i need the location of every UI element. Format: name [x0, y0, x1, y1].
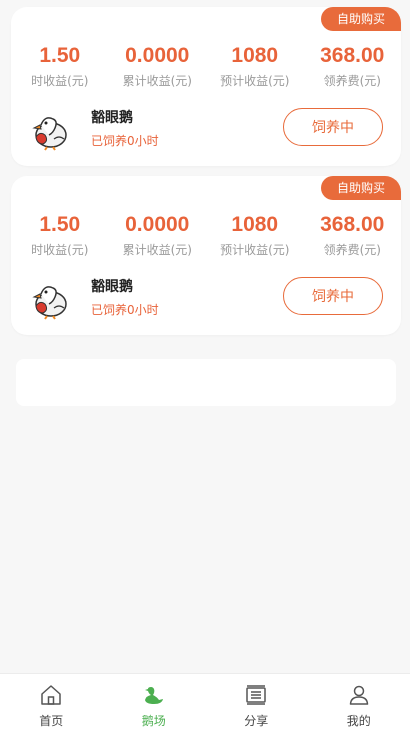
- stat-value: 1.50: [39, 213, 81, 236]
- user-icon: [349, 685, 368, 705]
- stat-expected-income: 1080 预计收益(元): [206, 43, 304, 89]
- stat-label: 时收益(元): [31, 243, 89, 257]
- stat-expected-income: 1080 预计收益(元): [206, 212, 304, 258]
- goose-name: 豁眼鹅: [91, 110, 133, 126]
- stat-value: 368.00: [320, 213, 385, 236]
- goose-icon: [144, 687, 163, 704]
- stats-row: 1.50 时收益(元) 0.0000 累计收益(元) 1080 预计收益(元) …: [11, 43, 401, 89]
- stat-label: 累计收益(元): [122, 243, 192, 257]
- stat-label: 领养费(元): [323, 243, 381, 257]
- stat-adoption-fee: 368.00 领养费(元): [304, 212, 402, 258]
- tab-label: 我的: [346, 714, 371, 728]
- tab-goose-farm[interactable]: 鹅场: [103, 674, 206, 733]
- goose-avatar-icon: [32, 117, 67, 151]
- stat-hourly-income: 1.50 时收益(元): [11, 212, 109, 258]
- stat-total-income: 0.0000 累计收益(元): [109, 43, 207, 89]
- stat-label: 预计收益(元): [220, 74, 290, 88]
- home-icon: [41, 685, 61, 705]
- stat-value: 368.00: [320, 44, 385, 67]
- stat-label: 累计收益(元): [122, 74, 192, 88]
- stat-value: 1080: [231, 44, 279, 67]
- stat-value: 1.50: [39, 44, 81, 67]
- stat-total-income: 0.0000 累计收益(元): [109, 212, 207, 258]
- tab-home[interactable]: 首页: [0, 674, 103, 733]
- self-purchase-badge: 自助购买: [320, 176, 401, 200]
- goose-name: 豁眼鹅: [91, 279, 133, 295]
- stat-label: 预计收益(元): [220, 243, 290, 257]
- page: 自助购买 1.50 时收益(元) 0.0000 累计收益(元) 1080 预计收…: [0, 0, 410, 733]
- feeding-status: 已饲养0小时: [91, 134, 159, 148]
- empty-panel: [16, 359, 396, 406]
- stat-value: 1080: [231, 213, 279, 236]
- feeding-button[interactable]: 饲养中: [283, 108, 383, 146]
- tab-label: 首页: [39, 714, 64, 728]
- stats-row: 1.50 时收益(元) 0.0000 累计收益(元) 1080 预计收益(元) …: [11, 212, 401, 258]
- goose-card: 自助购买 1.50 时收益(元) 0.0000 累计收益(元) 1080 预计收…: [11, 7, 401, 166]
- goose-card: 自助购买 1.50 时收益(元) 0.0000 累计收益(元) 1080 预计收…: [11, 176, 401, 335]
- tab-share[interactable]: 分享: [205, 674, 308, 733]
- goose-avatar-icon: [32, 286, 67, 320]
- stat-adoption-fee: 368.00 领养费(元): [304, 43, 402, 89]
- stat-value: 0.0000: [125, 44, 190, 67]
- stat-label: 领养费(元): [323, 74, 381, 88]
- tab-label: 鹅场: [141, 714, 166, 728]
- bottom-tab-bar: 首页 鹅场 分享 我的: [0, 673, 410, 733]
- stat-hourly-income: 1.50 时收益(元): [11, 43, 109, 89]
- tab-mine[interactable]: 我的: [308, 674, 410, 733]
- feeding-status: 已饲养0小时: [91, 303, 159, 317]
- tab-label: 分享: [244, 714, 269, 728]
- stat-label: 时收益(元): [31, 74, 89, 88]
- feeding-button[interactable]: 饲养中: [283, 277, 383, 315]
- stat-value: 0.0000: [125, 213, 190, 236]
- self-purchase-badge: 自助购买: [320, 7, 401, 31]
- share-icon: [246, 685, 266, 705]
